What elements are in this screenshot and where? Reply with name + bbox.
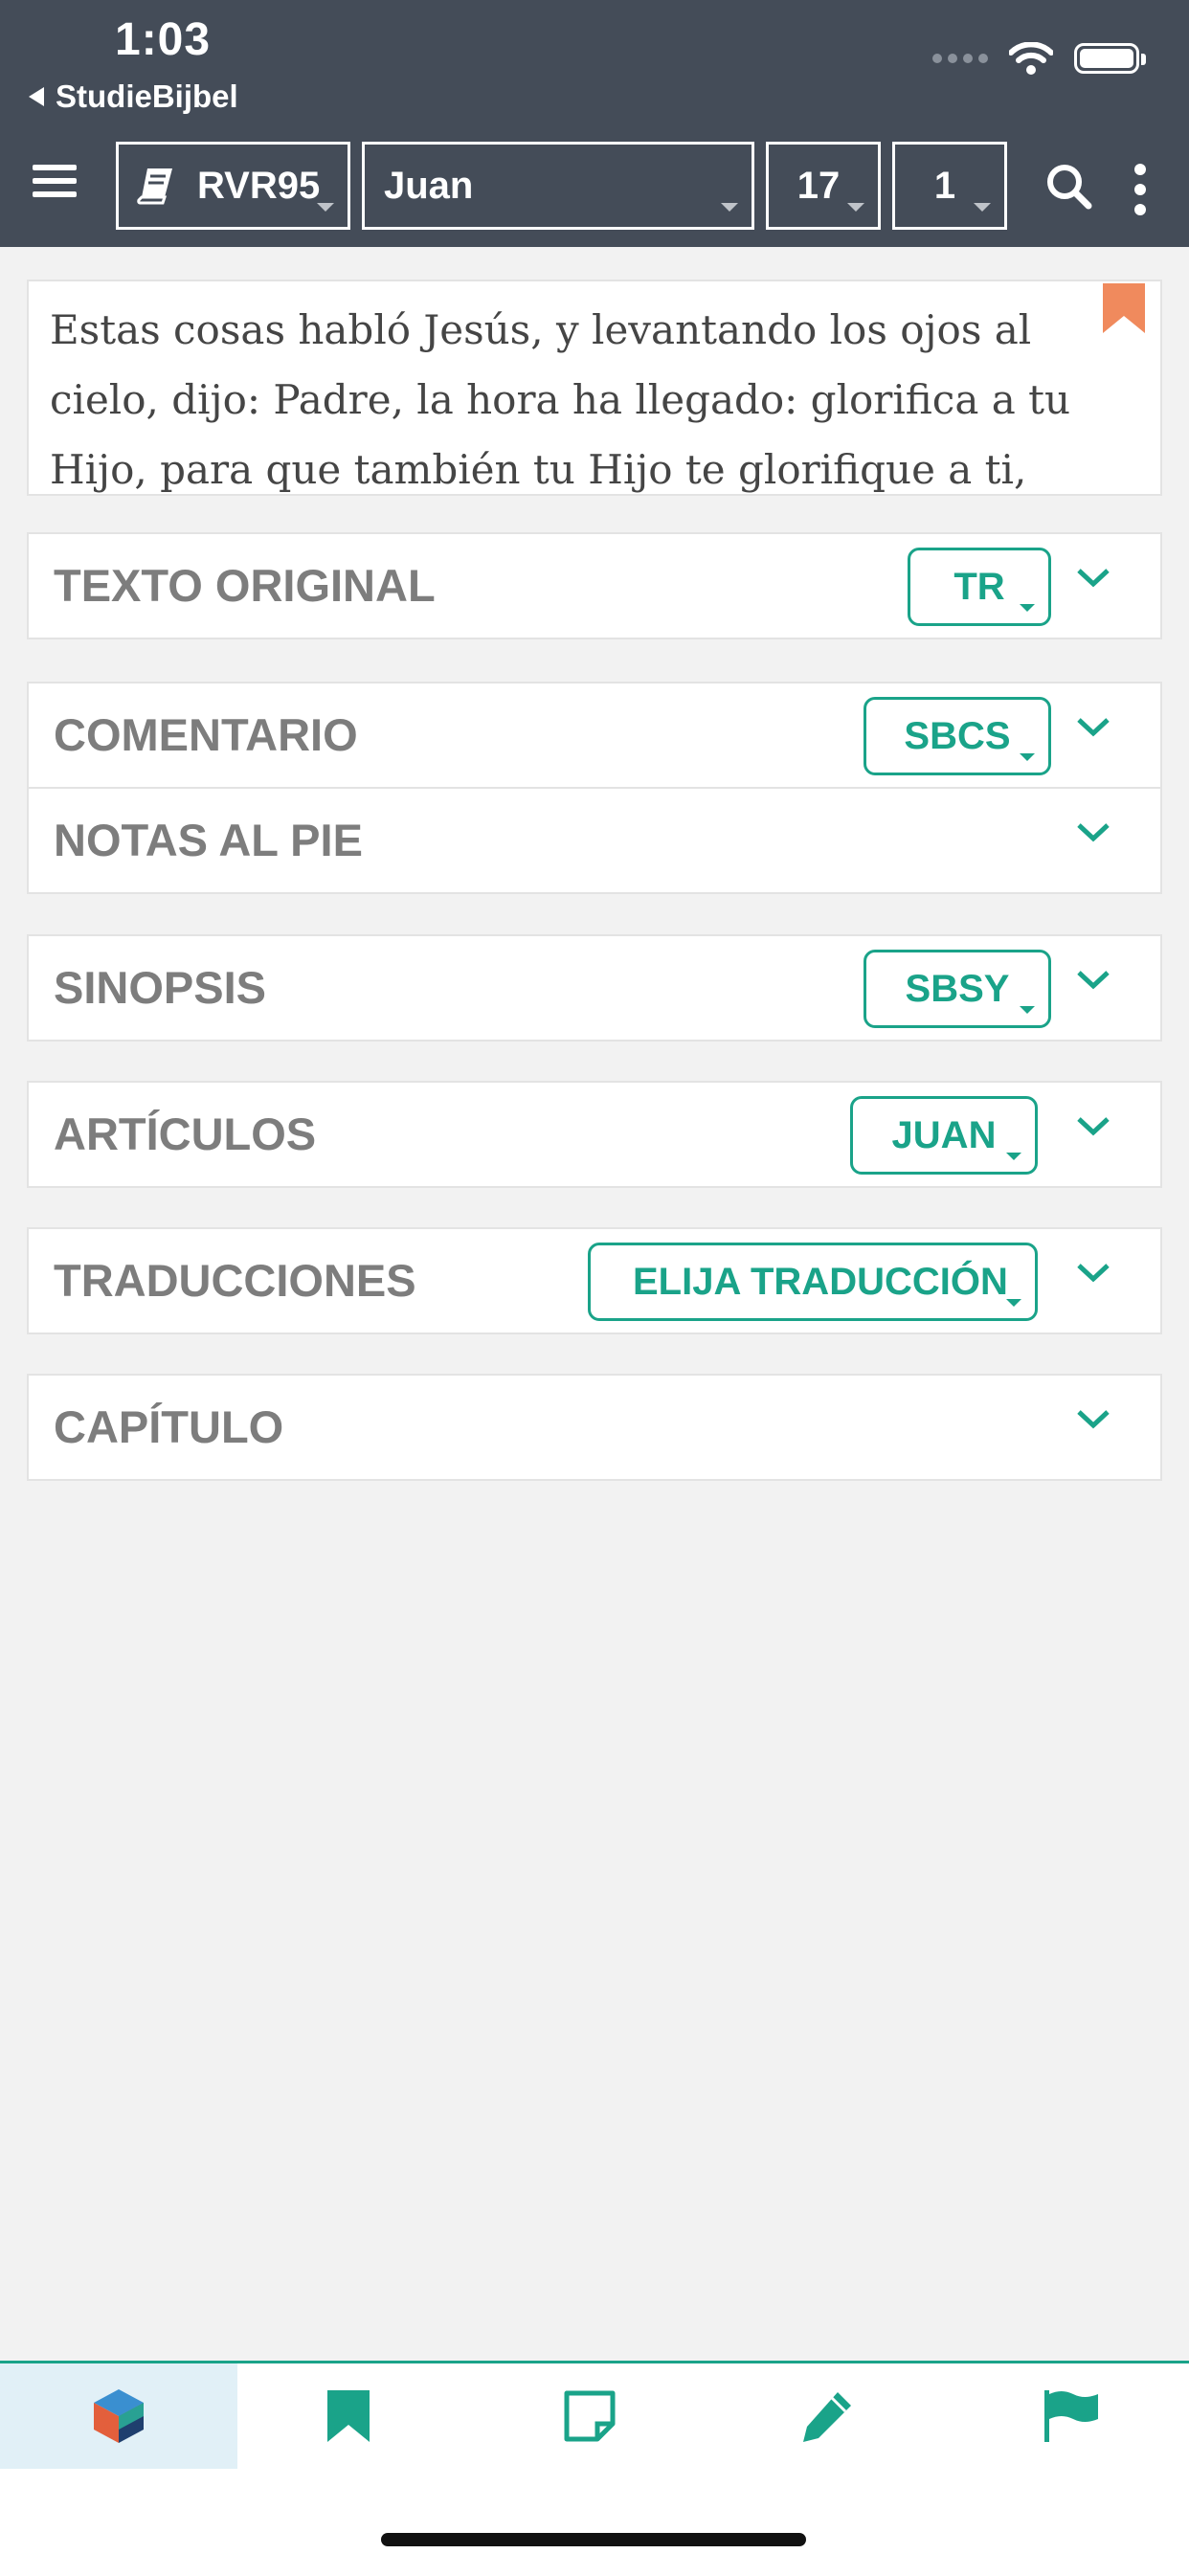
nav-flag[interactable]: [952, 2363, 1189, 2469]
panel-articulos: ARTÍCULOS JUAN: [27, 1081, 1162, 1188]
wifi-icon: [1009, 42, 1053, 75]
status-indicators: [932, 42, 1146, 75]
home-indicator[interactable]: [381, 2533, 806, 2546]
chip-label: JUAN: [891, 1113, 997, 1156]
chevron-down-icon: [974, 203, 991, 212]
panel-traducciones: TRADUCCIONES ELIJA TRADUCCIÓN: [27, 1227, 1162, 1334]
flag-icon: [1044, 2390, 1098, 2442]
chapter-selector[interactable]: 17: [766, 142, 881, 230]
chevron-down-icon[interactable]: [1076, 1408, 1110, 1431]
nav-bookmarks[interactable]: [230, 2363, 467, 2469]
chevron-down-icon: [1006, 1153, 1021, 1160]
chevron-down-icon: [1020, 1006, 1035, 1014]
note-icon: [564, 2390, 616, 2442]
cube-logo-icon: [94, 2389, 144, 2443]
chevron-down-icon[interactable]: [1076, 1262, 1110, 1285]
panel-capitulo: CAPÍTULO: [27, 1374, 1162, 1481]
section-articulos[interactable]: ARTÍCULOS JUAN: [29, 1083, 1160, 1186]
chip-label: TR: [953, 565, 1005, 608]
section-label: NOTAS AL PIE: [54, 815, 363, 865]
search-icon[interactable]: [1045, 163, 1093, 211]
section-comentario[interactable]: COMENTARIO SBCS: [29, 683, 1160, 787]
bookmark-icon[interactable]: [1103, 283, 1145, 333]
hamburger-menu-icon[interactable]: [33, 165, 77, 203]
chapter-label: 17: [796, 164, 841, 207]
book-label: Juan: [384, 164, 474, 207]
comentario-source-selector[interactable]: SBCS: [864, 697, 1051, 775]
chevron-down-icon: [721, 203, 738, 212]
verse-selector[interactable]: 1: [892, 142, 1007, 230]
battery-icon: [1074, 43, 1146, 74]
version-selector[interactable]: RVR95: [116, 142, 350, 230]
section-sinopsis[interactable]: SINOPSIS SBSY: [29, 936, 1160, 1040]
chevron-down-icon: [1020, 604, 1035, 612]
pencil-icon: [803, 2392, 851, 2442]
section-label: SINOPSIS: [54, 962, 267, 1013]
signal-dots-icon: [932, 54, 988, 63]
chip-label: SBSY: [905, 967, 1010, 1010]
traducciones-selector[interactable]: ELIJA TRADUCCIÓN: [588, 1243, 1038, 1321]
navigation-toolbar: RVR95 Juan 17 1: [0, 142, 1189, 232]
nav-edit[interactable]: [708, 2363, 946, 2469]
panel-texto-original: TEXTO ORIGINAL TR: [27, 532, 1162, 639]
verse-text: Estas cosas habló Jesús, y levantando lo…: [50, 306, 1071, 493]
nav-notes[interactable]: [471, 2363, 708, 2469]
chevron-down-icon[interactable]: [1076, 1115, 1110, 1138]
section-traducciones[interactable]: TRADUCCIONES ELIJA TRADUCCIÓN: [29, 1229, 1160, 1333]
panel-comentario: COMENTARIO SBCS NOTAS AL PIE: [27, 682, 1162, 894]
back-arrow-icon: [29, 87, 44, 106]
section-label: ARTÍCULOS: [54, 1109, 317, 1159]
version-label: RVR95: [197, 164, 321, 207]
book-icon: [137, 168, 172, 205]
texto-original-source-selector[interactable]: TR: [908, 548, 1051, 626]
bookmark-icon: [327, 2390, 370, 2442]
section-notas-al-pie[interactable]: NOTAS AL PIE: [29, 787, 1160, 892]
verse-card: Estas cosas habló Jesús, y levantando lo…: [27, 280, 1162, 496]
sinopsis-source-selector[interactable]: SBSY: [864, 950, 1051, 1028]
chevron-down-icon: [317, 203, 334, 212]
chevron-down-icon[interactable]: [1076, 567, 1110, 590]
status-time: 1:03: [115, 14, 212, 65]
chevron-down-icon[interactable]: [1076, 969, 1110, 992]
section-label: CAPÍTULO: [54, 1401, 284, 1452]
back-to-app-link[interactable]: StudieBijbel: [29, 78, 238, 115]
section-label: TEXTO ORIGINAL: [54, 560, 436, 611]
section-label: TRADUCCIONES: [54, 1255, 416, 1306]
section-texto-original[interactable]: TEXTO ORIGINAL TR: [29, 534, 1160, 638]
chevron-down-icon[interactable]: [1076, 821, 1110, 844]
panel-sinopsis: SINOPSIS SBSY: [27, 934, 1162, 1042]
back-app-label: StudieBijbel: [56, 78, 238, 114]
section-label: COMENTARIO: [54, 709, 358, 760]
section-capitulo[interactable]: CAPÍTULO: [29, 1376, 1160, 1479]
top-header: 1:03 StudieBijbel RVR95 Juan 17 1: [0, 0, 1189, 247]
chevron-down-icon: [847, 203, 864, 212]
chip-label: SBCS: [904, 714, 1011, 757]
nav-home[interactable]: [0, 2363, 237, 2469]
chevron-down-icon: [1020, 753, 1035, 761]
chevron-down-icon: [1006, 1299, 1021, 1307]
chip-label: ELIJA TRADUCCIÓN: [633, 1260, 1008, 1303]
verse-label: 1: [933, 164, 956, 207]
book-selector[interactable]: Juan: [362, 142, 754, 230]
chevron-down-icon[interactable]: [1076, 716, 1110, 739]
articulos-source-selector[interactable]: JUAN: [850, 1096, 1038, 1175]
more-vertical-icon[interactable]: [1130, 163, 1151, 216]
